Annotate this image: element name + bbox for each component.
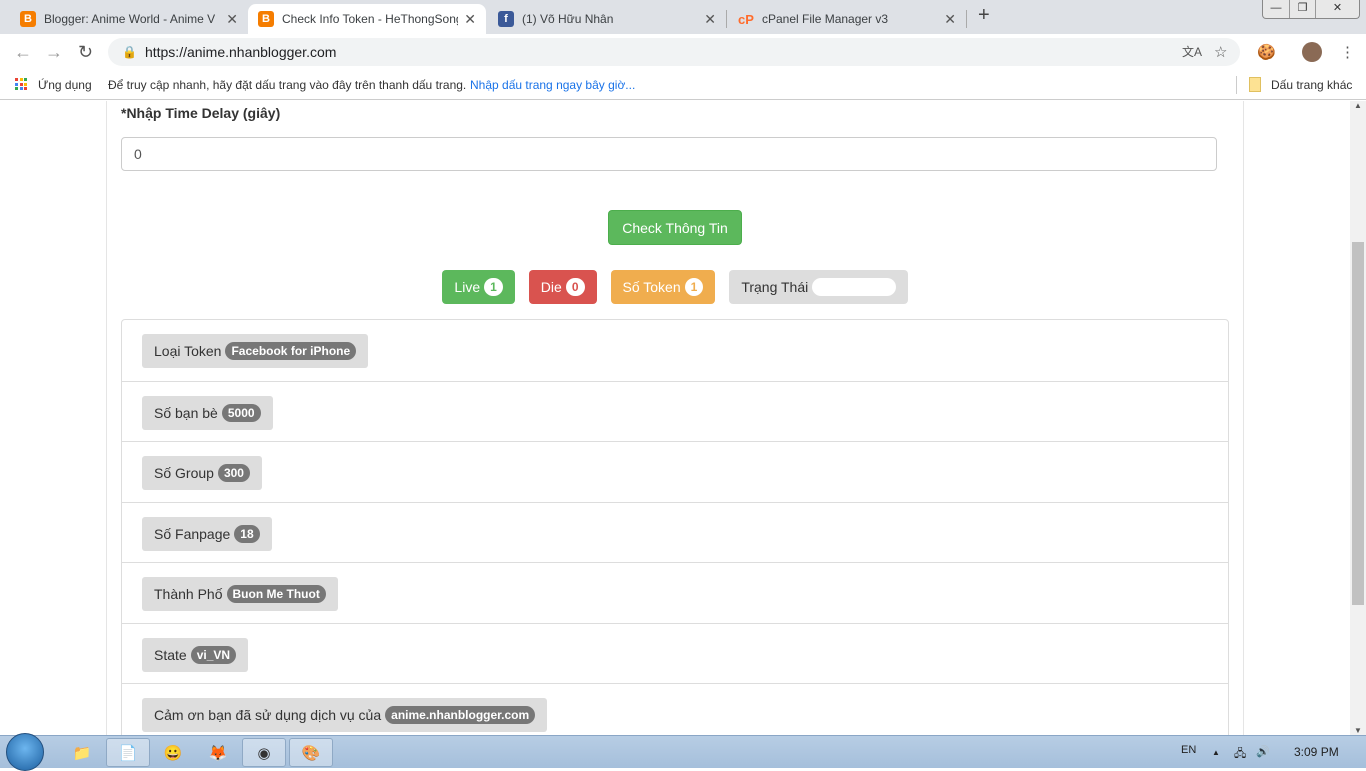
firefox-icon[interactable]: 🦊 — [196, 738, 240, 767]
avatar[interactable] — [1302, 42, 1322, 62]
list-item: Loại Token Facebook for iPhone — [122, 320, 1228, 381]
cpanel-icon: cP — [738, 11, 754, 27]
menu-icon[interactable]: ⋮ — [1340, 43, 1355, 61]
list-item: Cảm ơn bạn đã sử dụng dịch vụ của anime.n… — [122, 683, 1228, 735]
close-tab-icon[interactable]: ✕ — [704, 11, 716, 28]
emoji-app-icon[interactable]: 😀 — [151, 738, 195, 767]
reload-icon[interactable]: ↻ — [78, 42, 93, 63]
lock-icon: 🔒 — [122, 45, 137, 59]
file-explorer-icon[interactable]: 📁 — [60, 738, 104, 767]
delay-input[interactable] — [121, 137, 1217, 171]
close-window-button[interactable]: ✕ — [1315, 0, 1359, 18]
check-info-button[interactable]: Check Thông Tin — [608, 210, 742, 245]
translate-icon[interactable]: 文A — [1182, 43, 1202, 60]
die-count-badge: 0 — [565, 278, 585, 296]
network-icon[interactable]: 🖧 — [1234, 745, 1246, 764]
live-count-badge: 1 — [484, 278, 503, 296]
info-pill: Thành Phố Buon Me Thuot — [142, 577, 338, 611]
token-count-badge: 1 — [684, 278, 704, 296]
tab-check-info-token[interactable]: B Check Info Token - HeThongSong ✕ — [248, 4, 486, 34]
list-item: State vi_VN — [122, 622, 1228, 684]
value-badge: vi_VN — [190, 645, 237, 664]
notepad-icon[interactable]: 📄 — [106, 738, 150, 767]
value-badge: Facebook for iPhone — [225, 342, 357, 360]
scroll-up-icon[interactable]: ▲ — [1354, 101, 1362, 110]
facebook-icon: f — [498, 11, 514, 27]
close-tab-icon[interactable]: ✕ — [944, 11, 956, 28]
bookmarks-hint: Để truy cập nhanh, hãy đặt dấu trang vào… — [108, 77, 467, 92]
info-pill: Loại Token Facebook for iPhone — [142, 334, 369, 368]
live-button[interactable]: Live 1 — [442, 270, 515, 304]
info-pill: Cảm ơn bạn đã sử dụng dịch vụ của anime.n… — [142, 698, 548, 732]
die-button[interactable]: Die 0 — [528, 270, 597, 304]
list-item: Thành Phố Buon Me Thuot — [122, 562, 1228, 623]
tab-separator — [726, 10, 727, 28]
value-badge: 5000 — [221, 403, 261, 422]
list-item: Số bạn bè 5000 — [122, 380, 1228, 442]
delay-label: *Nhập Time Delay (giây) — [121, 105, 281, 121]
stats-row: Live 1 Die 0 Số Token 1 Trạng Thái Thành côn… — [107, 270, 1243, 304]
clock[interactable]: 3:09 PM — [1294, 745, 1339, 759]
browser-toolbar: ← → ↻ 🔒 https://anime.nhanblogger.com 文A… — [0, 34, 1366, 70]
tab-strip: B Blogger: Anime World - Anime V ✕ B Che… — [0, 0, 1366, 34]
chrome-icon[interactable]: ◉ — [242, 738, 286, 767]
tab-blogger[interactable]: B Blogger: Anime World - Anime V ✕ — [10, 4, 248, 34]
close-tab-icon[interactable]: ✕ — [226, 11, 238, 28]
value-badge: 18 — [234, 524, 260, 543]
token-count-button[interactable]: Số Token 1 — [610, 270, 716, 304]
info-pill: Số bạn bè 5000 — [142, 395, 273, 430]
show-hidden-icons[interactable]: ▲ — [1212, 748, 1220, 757]
main-container: *Nhập Time Delay (giây) Check Thông Tin … — [106, 101, 1244, 735]
apps-icon[interactable] — [15, 78, 27, 90]
new-tab-button[interactable]: + — [978, 4, 990, 27]
forward-icon[interactable]: → — [45, 42, 63, 63]
start-button[interactable] — [6, 733, 44, 771]
value-badge: Buon Me Thuot — [226, 585, 326, 603]
apps-link[interactable]: Ứng dụng — [38, 78, 92, 92]
tab-facebook[interactable]: f (1) Võ Hữu Nhân ✕ — [488, 4, 726, 34]
info-list: Loại Token Facebook for iPhone Số bạn bè 5… — [121, 319, 1229, 735]
scroll-down-icon[interactable]: ▼ — [1354, 726, 1362, 735]
back-icon[interactable]: ← — [14, 42, 32, 63]
divider — [1236, 76, 1237, 94]
value-badge: anime.nhanblogger.com — [385, 706, 536, 724]
folder-icon — [1249, 77, 1261, 92]
list-item: Số Fanpage 18 — [122, 501, 1228, 563]
close-tab-icon[interactable]: ✕ — [464, 11, 476, 28]
status-badge: Thành công. — [812, 278, 896, 296]
page-content: *Nhập Time Delay (giây) Check Thông Tin … — [0, 101, 1350, 735]
blogger-icon: B — [258, 11, 274, 27]
vertical-scrollbar[interactable]: ▲ ▼ — [1350, 101, 1366, 735]
paint-icon[interactable]: 🎨 — [289, 738, 333, 767]
other-bookmarks[interactable]: Dấu trang khác — [1271, 78, 1352, 92]
status-button[interactable]: Trạng Thái Thành công. — [729, 270, 908, 304]
tab-separator — [966, 10, 967, 28]
taskbar: 📁 📄 😀 🦊 ◉ 🎨 EN ▲ 🖧 🔊 3:09 PM — [0, 733, 1366, 771]
window-controls: — ❐ ✕ — [1262, 0, 1360, 19]
info-pill: State vi_VN — [142, 637, 249, 672]
cookie-extension-icon[interactable]: 🍪 — [1257, 43, 1276, 61]
volume-icon[interactable]: 🔊 — [1256, 745, 1270, 758]
info-pill: Số Group 300 — [142, 456, 262, 490]
list-item: Số Group 300 — [122, 441, 1228, 502]
info-pill: Số Fanpage 18 — [142, 516, 272, 551]
minimize-button[interactable]: — — [1263, 0, 1289, 18]
scrollbar-thumb[interactable] — [1352, 242, 1364, 605]
import-bookmarks-link[interactable]: Nhập dấu trang ngay bây giờ... — [470, 78, 635, 92]
bookmarks-bar: Ứng dụng Để truy cập nhanh, hãy đặt dấu … — [0, 70, 1366, 100]
restore-button[interactable]: ❐ — [1289, 0, 1315, 18]
language-indicator[interactable]: EN — [1181, 744, 1196, 756]
value-badge: 300 — [217, 464, 250, 482]
tab-cpanel[interactable]: cP cPanel File Manager v3 ✕ — [728, 4, 966, 34]
address-bar[interactable]: 🔒 https://anime.nhanblogger.com 文A ☆ — [108, 38, 1240, 66]
blogger-icon: B — [20, 11, 36, 27]
bookmark-star-icon[interactable]: ☆ — [1214, 43, 1227, 61]
